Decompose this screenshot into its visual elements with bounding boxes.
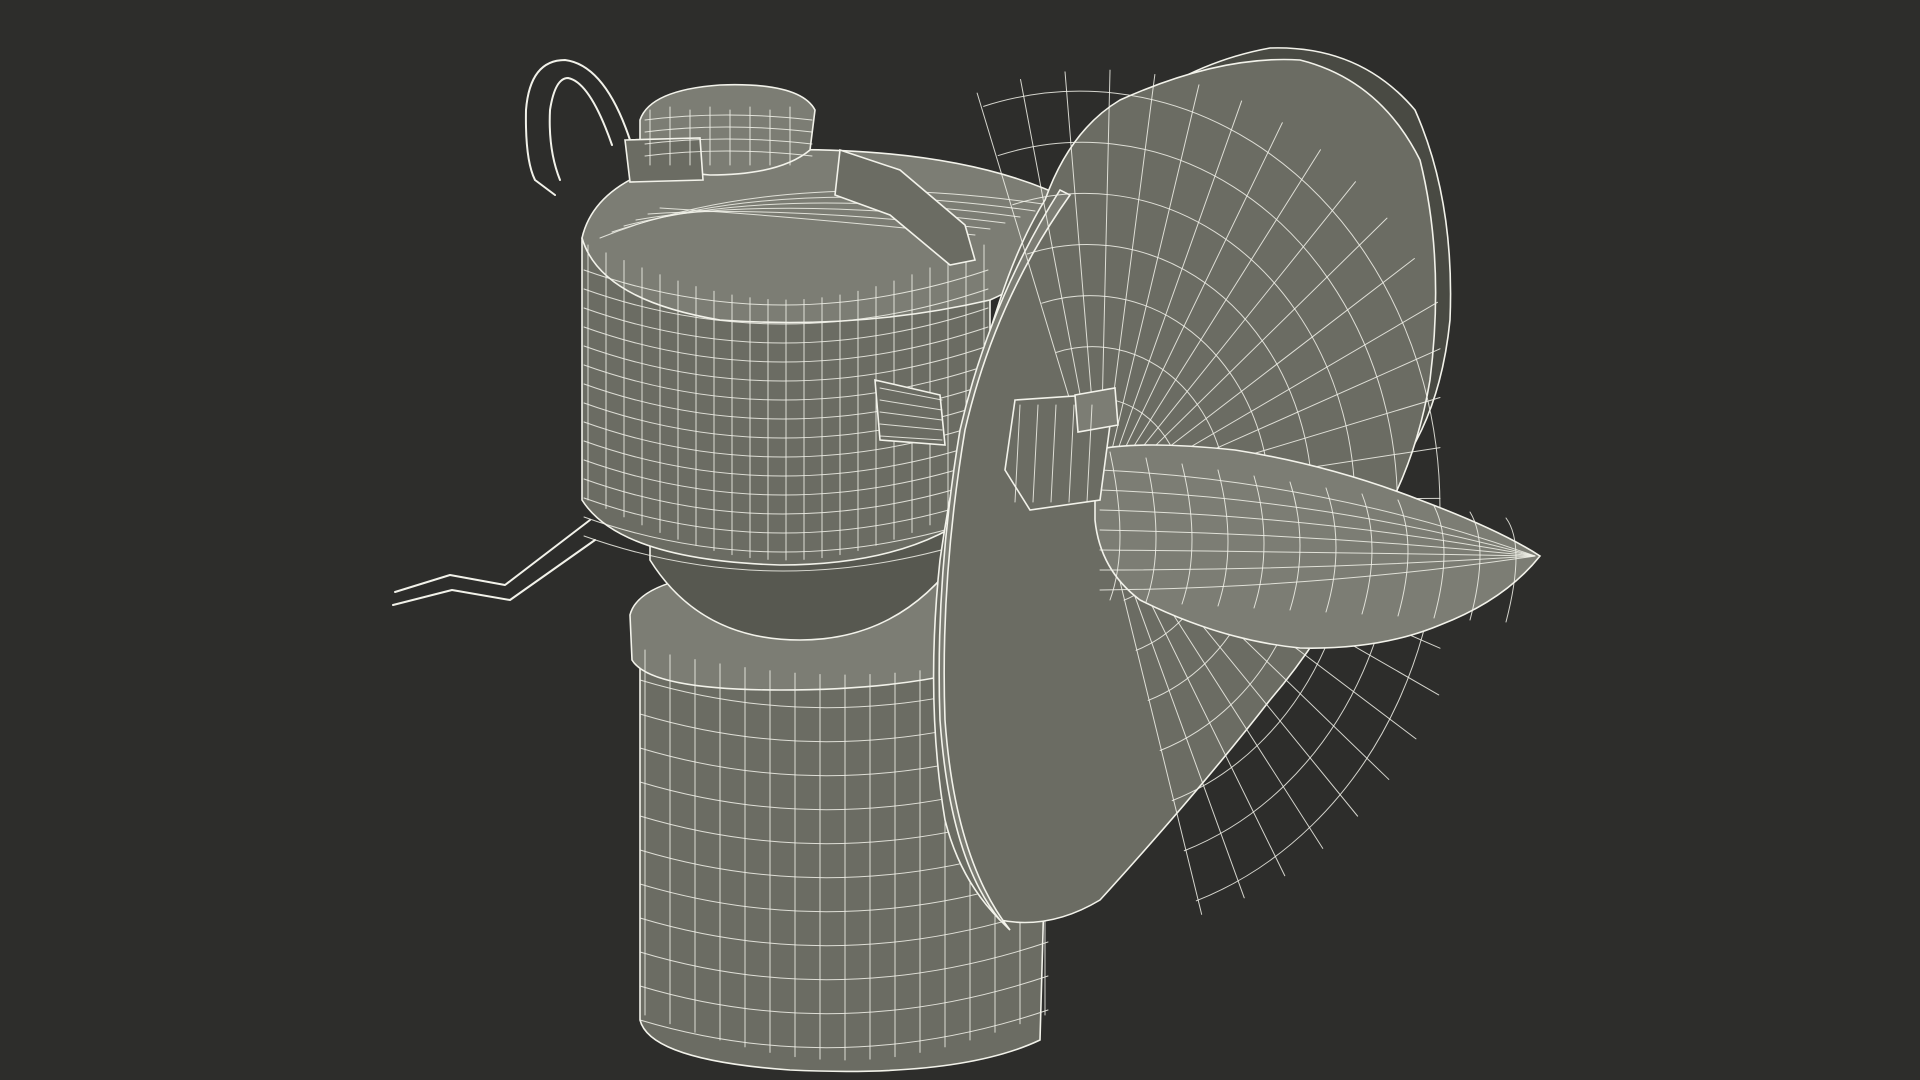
- mount-clamp: [1074, 387, 1119, 433]
- wireframe-scene: [0, 0, 1920, 1080]
- render-viewport: [0, 0, 1920, 1080]
- cap-clip: [624, 137, 704, 183]
